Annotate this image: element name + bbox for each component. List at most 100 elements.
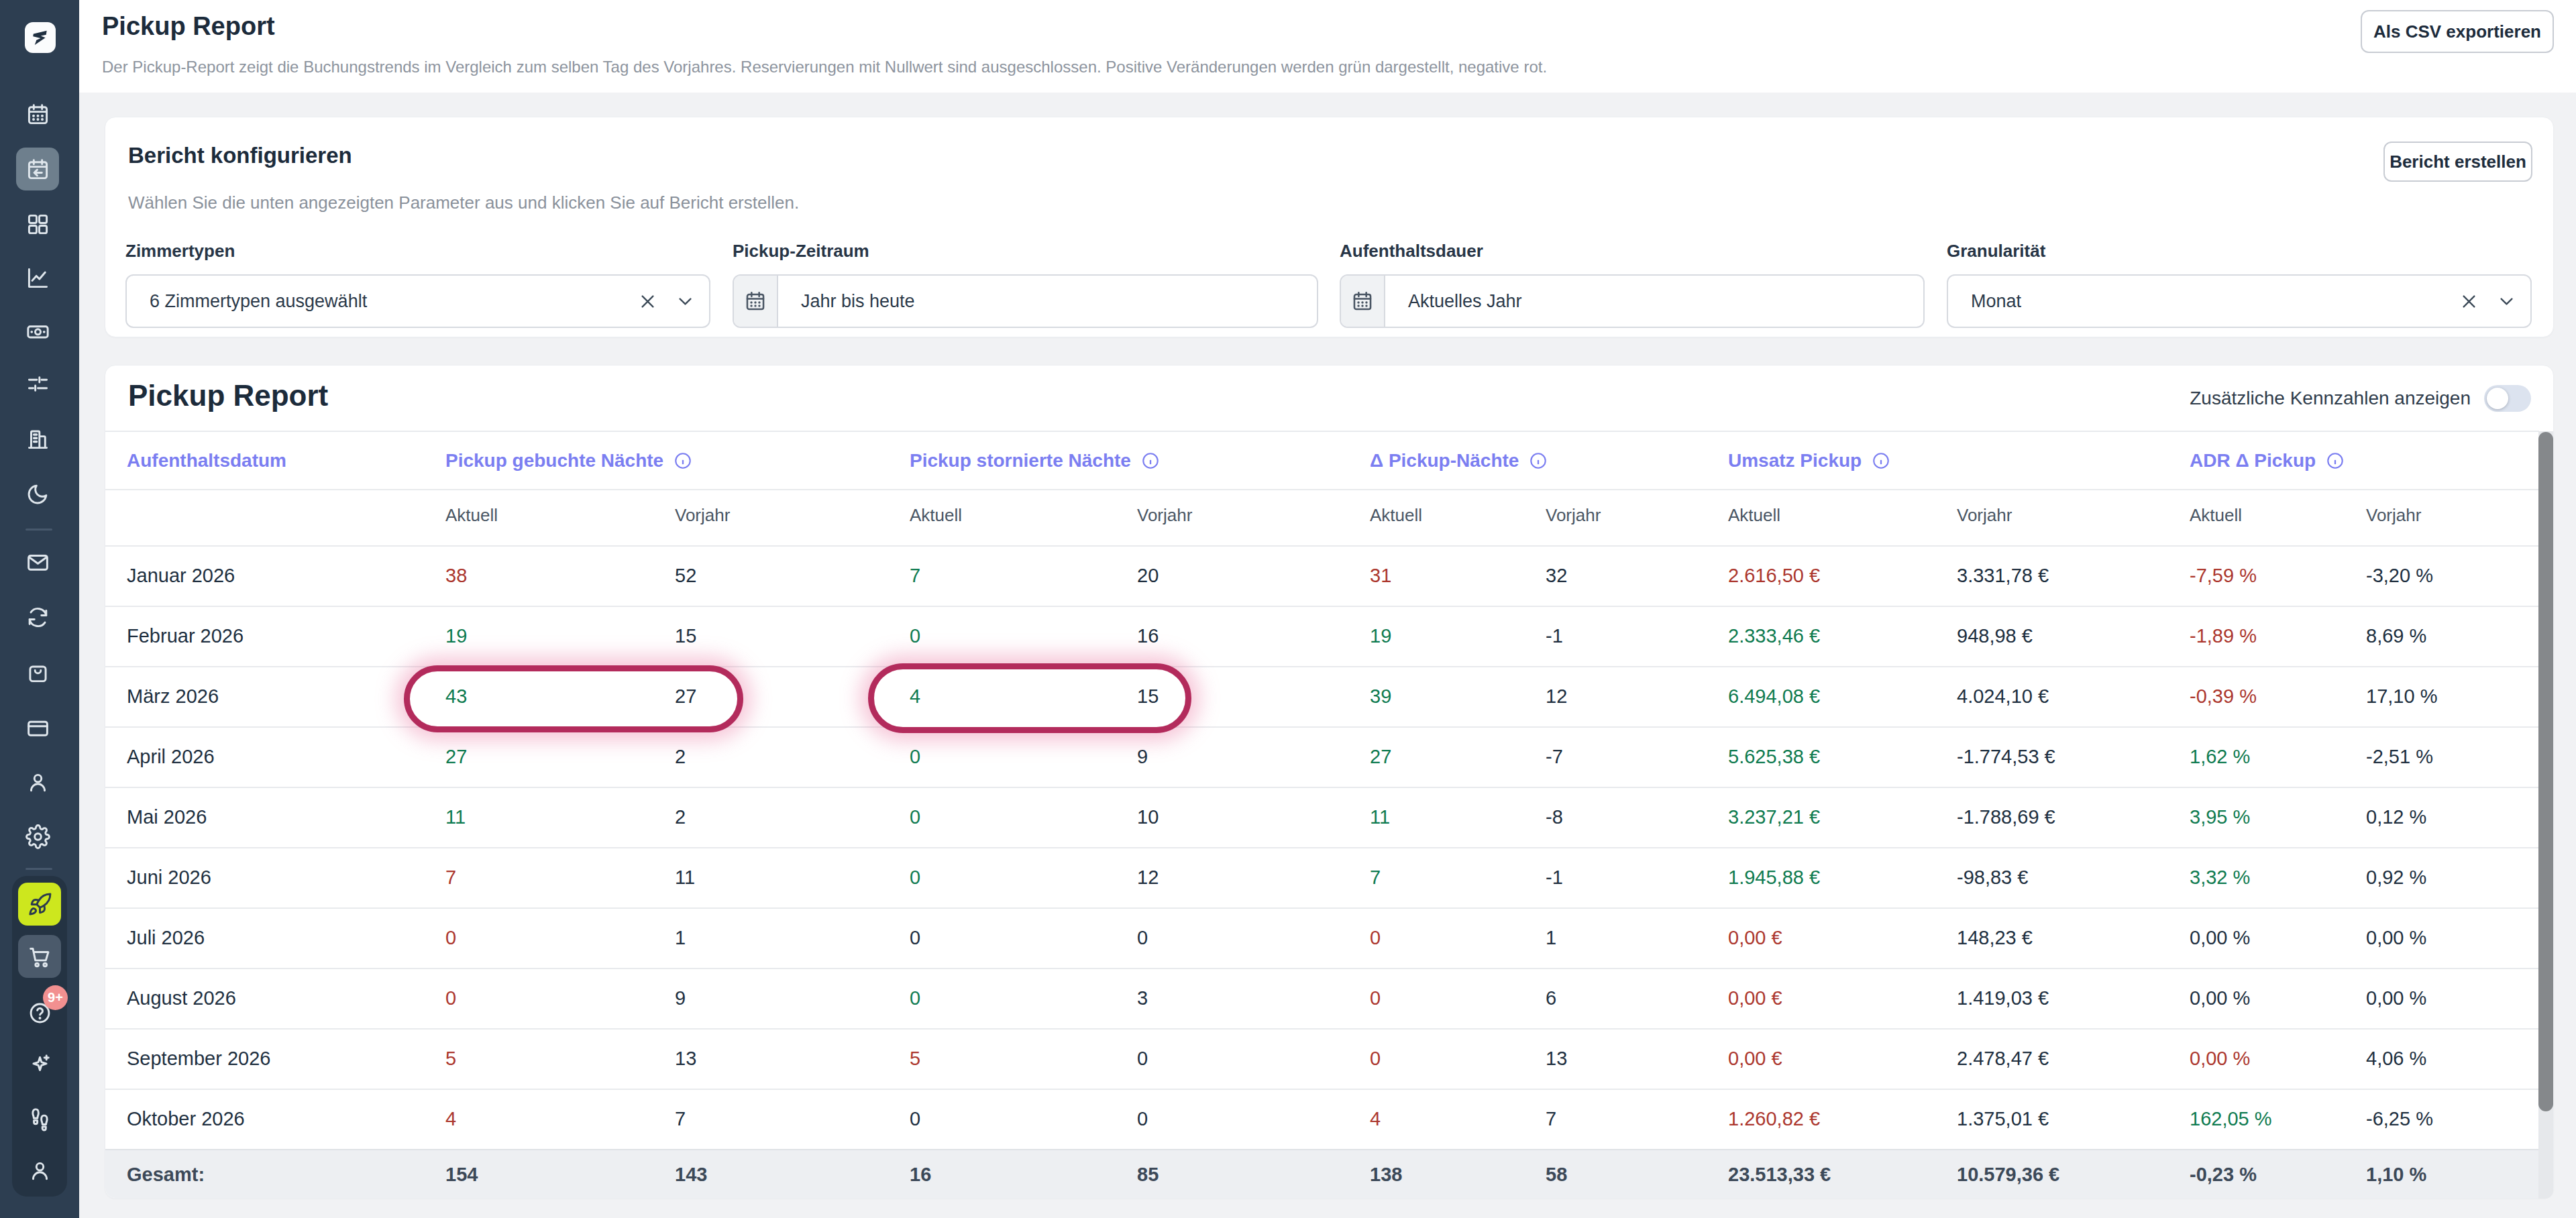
app-logo[interactable] <box>25 22 56 53</box>
logo-s-icon <box>29 26 52 49</box>
sidebar-item-cart[interactable] <box>18 935 61 978</box>
total-label: Gesamt: <box>127 1163 205 1185</box>
apps-grid-icon <box>25 212 50 237</box>
sidebar-item-calendar[interactable] <box>16 93 59 135</box>
pickup-period-input[interactable]: Jahr bis heute <box>733 274 1318 328</box>
row-value: 2 <box>675 746 686 768</box>
info-icon[interactable] <box>2326 451 2345 470</box>
sidebar-item-shopping-bag[interactable] <box>16 651 59 694</box>
sidebar-item-building[interactable] <box>16 417 59 460</box>
pickup-period-label: Pickup-Zeitraum <box>733 241 869 262</box>
row-value: 1,62 % <box>2190 746 2250 768</box>
info-icon[interactable] <box>1872 451 1890 470</box>
info-icon[interactable] <box>674 451 692 470</box>
row-value: 4,06 % <box>2366 1048 2426 1070</box>
column-header[interactable]: Aufenthaltsdatum <box>127 450 286 472</box>
column-header[interactable]: Δ Pickup-Nächte <box>1370 450 1548 472</box>
create-report-button[interactable]: Bericht erstellen <box>2383 142 2532 182</box>
sidebar-item-envelope[interactable] <box>16 541 59 584</box>
export-csv-button[interactable]: Als CSV exportieren <box>2361 10 2554 53</box>
total-value: 16 <box>910 1163 931 1185</box>
sidebar-item-wallet[interactable] <box>16 706 59 749</box>
row-value: 0 <box>910 987 920 1009</box>
sidebar-item-apps-grid[interactable] <box>16 203 59 245</box>
sidebar-item-banknote[interactable] <box>16 310 59 353</box>
row-value: -3,20 % <box>2366 565 2433 587</box>
row-value: 0,00 % <box>2366 927 2426 949</box>
row-value: 52 <box>675 565 696 587</box>
column-header[interactable]: ADR Δ Pickup <box>2190 450 2345 472</box>
sidebar-item-sliders[interactable] <box>16 362 59 405</box>
sidebar-item-gear[interactable] <box>16 815 59 858</box>
info-icon[interactable] <box>1141 451 1160 470</box>
table-row: September 2026513500130,00 €2.478,47 €0,… <box>105 1028 2539 1089</box>
clear-icon[interactable] <box>2460 292 2478 311</box>
footprints-icon <box>28 1107 52 1131</box>
field-icons <box>639 292 694 311</box>
row-value: 0 <box>445 927 456 949</box>
report-title: Pickup Report <box>128 379 328 412</box>
total-value: 138 <box>1370 1163 1402 1185</box>
row-value: 2.478,47 € <box>1957 1048 2049 1070</box>
room-types-select[interactable]: 6 Zimmertypen ausgewählt <box>125 274 710 328</box>
row-value: 39 <box>1370 685 1391 708</box>
column-header[interactable]: Umsatz Pickup <box>1728 450 1890 472</box>
table-row: April 20262720927-75.625,38 €-1.774,53 €… <box>105 726 2539 787</box>
stay-duration-label: Aufenthaltsdauer <box>1340 241 1483 262</box>
sparkles-icon <box>28 1052 52 1077</box>
column-header[interactable]: Pickup stornierte Nächte <box>910 450 1160 472</box>
sidebar-item-user[interactable] <box>16 761 59 804</box>
clear-icon[interactable] <box>639 292 657 311</box>
row-value: 15 <box>675 625 696 647</box>
row-value: 1 <box>675 927 686 949</box>
additional-metrics-toggle[interactable] <box>2484 385 2531 412</box>
row-month: Mai 2026 <box>127 806 207 828</box>
row-value: 5 <box>445 1048 456 1070</box>
sidebar-item-footprints[interactable] <box>18 1097 61 1140</box>
sidebar-item-calendar-arrow[interactable] <box>16 148 59 190</box>
row-value: -2,51 % <box>2366 746 2433 768</box>
banknote-icon <box>25 319 50 344</box>
calendar-segment <box>734 276 778 327</box>
row-value: 0 <box>1137 1048 1148 1070</box>
row-value: 13 <box>1546 1048 1567 1070</box>
table-scrollbar-track[interactable] <box>2538 431 2553 1199</box>
row-value: -98,83 € <box>1957 867 2028 889</box>
row-value: 11 <box>445 806 466 828</box>
row-value: 7 <box>1370 867 1381 889</box>
config-card-description: Wählen Sie die unten angezeigten Paramet… <box>128 192 799 213</box>
row-value: 20 <box>1137 565 1159 587</box>
user-icon <box>28 1158 52 1183</box>
table-subheader-row: AktuellVorjahrAktuellVorjahrAktuellVorja… <box>105 489 2539 541</box>
table-scrollbar-thumb[interactable] <box>2538 432 2553 1111</box>
row-value: 10 <box>1137 806 1159 828</box>
row-value: 0 <box>1370 927 1381 949</box>
row-value: 4 <box>910 685 920 708</box>
sidebar-item-moon[interactable] <box>16 472 59 515</box>
granularity-select[interactable]: Monat <box>1947 274 2532 328</box>
row-value: 12 <box>1546 685 1567 708</box>
total-value: 10.579,36 € <box>1957 1163 2059 1185</box>
row-value: 32 <box>1546 565 1567 587</box>
sidebar-item-sparkles[interactable] <box>18 1043 61 1086</box>
row-value: -1.788,69 € <box>1957 806 2055 828</box>
row-value: 9 <box>1137 746 1148 768</box>
sidebar-item-sync[interactable] <box>16 596 59 639</box>
subcolumn-header: Vorjahr <box>1137 505 1192 526</box>
column-header-label: Umsatz Pickup <box>1728 450 1862 472</box>
subcolumn-header: Aktuell <box>445 505 498 526</box>
stay-duration-input[interactable]: Aktuelles Jahr <box>1340 274 1925 328</box>
column-header[interactable]: Pickup gebuchte Nächte <box>445 450 692 472</box>
room-types-value: 6 Zimmertypen ausgewählt <box>150 291 367 312</box>
sidebar-item-line-chart[interactable] <box>16 256 59 299</box>
calendar-icon <box>1351 290 1374 313</box>
row-value: 0 <box>910 806 920 828</box>
info-icon[interactable] <box>1529 451 1548 470</box>
row-value: 0,00 % <box>2190 987 2250 1009</box>
subcolumn-header: Vorjahr <box>675 505 730 526</box>
sidebar-item-rocket[interactable] <box>18 883 61 926</box>
sidebar-item-user[interactable] <box>18 1149 61 1192</box>
chevron-down-icon[interactable] <box>676 292 694 311</box>
chevron-down-icon[interactable] <box>2498 292 2516 311</box>
subcolumn-header: Aktuell <box>1728 505 1780 526</box>
